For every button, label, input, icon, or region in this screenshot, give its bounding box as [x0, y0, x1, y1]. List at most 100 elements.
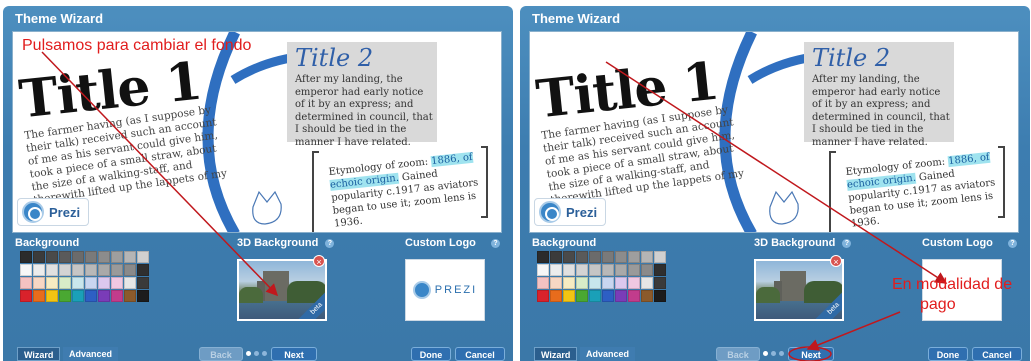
3d-background-thumbnail[interactable]: beta — [754, 259, 844, 321]
color-swatch[interactable] — [137, 277, 149, 289]
color-swatch[interactable] — [46, 264, 58, 276]
color-swatch[interactable] — [98, 290, 110, 302]
3d-background-thumbnail[interactable]: beta — [237, 259, 327, 321]
color-swatch[interactable] — [137, 264, 149, 276]
color-swatch[interactable] — [124, 277, 136, 289]
color-swatch[interactable] — [72, 251, 84, 263]
color-swatch[interactable] — [641, 264, 653, 276]
color-swatch[interactable] — [602, 290, 614, 302]
color-swatch[interactable] — [589, 277, 601, 289]
color-swatch[interactable] — [33, 290, 45, 302]
color-swatch[interactable] — [20, 264, 32, 276]
color-swatch[interactable] — [59, 290, 71, 302]
color-swatch[interactable] — [111, 290, 123, 302]
color-swatch[interactable] — [589, 251, 601, 263]
tab-wizard[interactable]: Wizard — [534, 347, 578, 361]
color-swatch[interactable] — [576, 264, 588, 276]
color-swatch[interactable] — [124, 264, 136, 276]
color-swatch[interactable] — [98, 277, 110, 289]
color-swatch[interactable] — [563, 277, 575, 289]
remove-background-icon[interactable]: × — [313, 255, 325, 267]
color-swatch[interactable] — [537, 277, 549, 289]
color-swatch[interactable] — [20, 277, 32, 289]
color-swatch[interactable] — [654, 251, 666, 263]
color-swatch[interactable] — [124, 290, 136, 302]
color-swatch[interactable] — [550, 277, 562, 289]
color-swatch[interactable] — [589, 290, 601, 302]
color-swatch[interactable] — [537, 290, 549, 302]
cancel-button[interactable]: Cancel — [972, 347, 1022, 361]
color-swatch[interactable] — [33, 264, 45, 276]
color-swatch[interactable] — [85, 264, 97, 276]
color-swatch[interactable] — [124, 251, 136, 263]
help-icon[interactable]: ? — [842, 238, 852, 248]
color-swatch[interactable] — [137, 251, 149, 263]
color-swatch[interactable] — [20, 251, 32, 263]
color-swatch[interactable] — [576, 290, 588, 302]
color-swatch[interactable] — [641, 251, 653, 263]
color-swatch[interactable] — [563, 264, 575, 276]
color-swatch[interactable] — [628, 264, 640, 276]
color-swatch[interactable] — [537, 251, 549, 263]
color-swatch[interactable] — [111, 251, 123, 263]
back-button[interactable]: Back — [716, 347, 760, 361]
color-swatch[interactable] — [33, 277, 45, 289]
color-swatch[interactable] — [59, 251, 71, 263]
color-swatch[interactable] — [576, 277, 588, 289]
color-swatch[interactable] — [615, 264, 627, 276]
color-swatch[interactable] — [602, 251, 614, 263]
color-swatch[interactable] — [85, 290, 97, 302]
help-icon[interactable]: ? — [1007, 238, 1017, 248]
color-swatch[interactable] — [550, 264, 562, 276]
color-swatch[interactable] — [111, 264, 123, 276]
done-button[interactable]: Done — [928, 347, 968, 361]
color-swatch[interactable] — [589, 264, 601, 276]
color-swatch[interactable] — [563, 251, 575, 263]
color-swatch[interactable] — [654, 290, 666, 302]
color-swatch[interactable] — [59, 277, 71, 289]
color-swatch[interactable] — [654, 264, 666, 276]
color-swatch[interactable] — [537, 264, 549, 276]
color-swatch[interactable] — [98, 264, 110, 276]
color-swatch[interactable] — [628, 290, 640, 302]
color-swatch[interactable] — [628, 251, 640, 263]
color-swatch[interactable] — [550, 290, 562, 302]
color-swatch[interactable] — [615, 251, 627, 263]
color-swatch[interactable] — [46, 251, 58, 263]
color-swatch[interactable] — [576, 251, 588, 263]
next-button[interactable]: Next — [271, 347, 317, 361]
color-swatch[interactable] — [33, 251, 45, 263]
color-swatch[interactable] — [59, 264, 71, 276]
color-swatch[interactable] — [72, 264, 84, 276]
cancel-button[interactable]: Cancel — [455, 347, 505, 361]
color-swatch[interactable] — [641, 290, 653, 302]
color-swatch[interactable] — [85, 277, 97, 289]
color-swatch[interactable] — [111, 277, 123, 289]
color-swatch[interactable] — [550, 251, 562, 263]
color-swatch[interactable] — [615, 290, 627, 302]
help-icon[interactable]: ? — [325, 238, 335, 248]
color-swatch[interactable] — [563, 290, 575, 302]
color-swatch[interactable] — [615, 277, 627, 289]
color-swatch[interactable] — [628, 277, 640, 289]
color-swatch[interactable] — [98, 251, 110, 263]
tab-advanced[interactable]: Advanced — [580, 347, 636, 361]
remove-background-icon[interactable]: × — [830, 255, 842, 267]
color-swatch[interactable] — [602, 264, 614, 276]
color-swatch[interactable] — [602, 277, 614, 289]
color-swatch[interactable] — [137, 290, 149, 302]
custom-logo-box[interactable]: PREZI — [405, 259, 485, 321]
help-icon[interactable]: ? — [490, 238, 500, 248]
done-button[interactable]: Done — [411, 347, 451, 361]
color-swatch[interactable] — [654, 277, 666, 289]
color-swatch[interactable] — [46, 290, 58, 302]
color-swatch[interactable] — [46, 277, 58, 289]
tab-advanced[interactable]: Advanced — [63, 347, 119, 361]
back-button[interactable]: Back — [199, 347, 243, 361]
color-swatch[interactable] — [72, 277, 84, 289]
color-swatch[interactable] — [20, 290, 32, 302]
tab-wizard[interactable]: Wizard — [17, 347, 61, 361]
color-swatch[interactable] — [641, 277, 653, 289]
color-swatch[interactable] — [85, 251, 97, 263]
next-button[interactable]: Next — [788, 347, 834, 361]
